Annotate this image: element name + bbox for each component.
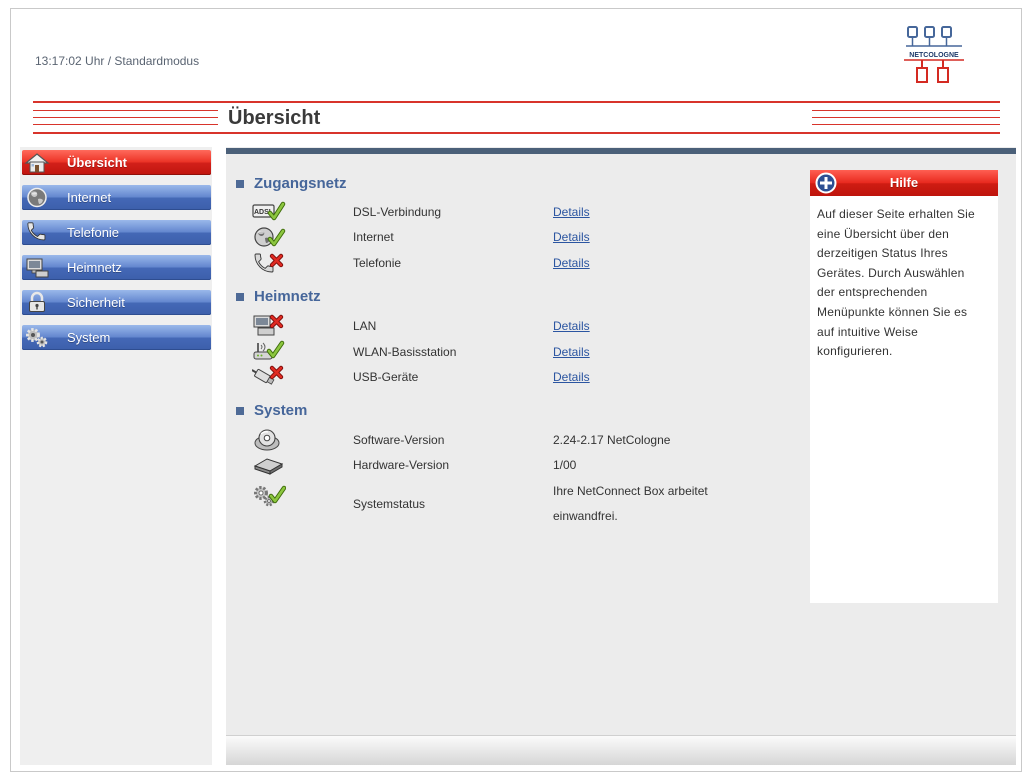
info-row-systemstatus: Systemstatus Ihre NetConnect Box arbeite… [244, 479, 804, 529]
adsl-icon: ADSL [252, 199, 286, 225]
system-status-value: Ihre NetConnect Box arbeitet einwandfrei… [553, 484, 708, 523]
section-heading-system: System [236, 401, 536, 421]
header-rule-top [33, 101, 1000, 103]
globe-icon [252, 224, 286, 250]
row-label: DSL-Verbindung [353, 205, 442, 219]
header-rule-bottom [33, 132, 1000, 134]
disc-icon [252, 427, 286, 453]
details-link[interactable]: Details [553, 314, 590, 338]
software-version-value: 2.24-2.17 NetCologne [553, 433, 671, 447]
section-title: Heimnetz [254, 288, 321, 305]
details-link[interactable]: Details [553, 225, 590, 249]
section-title: System [254, 402, 308, 419]
help-text: Auf dieser Seite erhalten Sie eine Übers… [817, 205, 993, 362]
router-icon [252, 452, 286, 478]
nav-item-internet[interactable]: Internet [22, 185, 211, 210]
home-icon [24, 151, 50, 174]
status-text: 13:17:02 Uhr / Standardmodus [35, 54, 200, 68]
help-text-line: Gerätes. Durch Auswählen [817, 265, 965, 280]
section-title: Zugangsnetz [254, 175, 347, 192]
help-text-line: Menüpunkte können Sie es [817, 304, 968, 319]
wlan-router-icon [252, 339, 286, 365]
section-heading-heimnetz: Heimnetz [236, 287, 536, 307]
details-link[interactable]: Details [553, 251, 590, 275]
nav-item-label: Telefonie [67, 225, 120, 240]
status-row-dsl: ADSL DSL-Verbindung Details [244, 200, 804, 224]
row-label: LAN [353, 319, 377, 333]
status-row-internet: Internet Details [244, 225, 804, 249]
status-row-lan: LAN Details [244, 314, 804, 338]
check-icon [268, 485, 287, 504]
section-bullet [236, 407, 244, 415]
padlock-icon [24, 291, 50, 314]
decorative-stripe [33, 117, 218, 118]
phone-icon [252, 250, 286, 276]
help-text-line: der entsprechenden [817, 285, 928, 300]
info-row-software: Software-Version 2.24-2.17 NetCologne [244, 428, 804, 452]
decorative-stripe [33, 110, 218, 111]
info-row-hardware: Hardware-Version 1/00 [244, 453, 804, 477]
usb-plug-icon [251, 364, 286, 390]
hardware-version-value: 1/00 [553, 458, 577, 472]
router-overview-page: 13:17:02 Uhr / Standardmodus NETCOLOGNE [0, 0, 1032, 779]
help-header: Hilfe [810, 170, 998, 196]
main-top-bar [226, 148, 1016, 154]
nav-item-telefonie[interactable]: Telefonie [22, 220, 211, 245]
decorative-stripe [812, 110, 1000, 111]
help-title: Hilfe [889, 175, 919, 190]
netcologne-logo: NETCOLOGNE [898, 24, 970, 88]
cross-icon [269, 314, 284, 329]
nav-item-label: Übersicht [67, 155, 127, 170]
status-row-usb: USB-Geräte Details [244, 365, 804, 389]
nav-item-label: System [67, 330, 111, 345]
cross-icon [269, 253, 284, 268]
status-row-wlan: WLAN-Basisstation Details [244, 340, 804, 364]
footer-bar [226, 735, 1016, 765]
gears-icon [24, 326, 50, 349]
check-icon [266, 340, 285, 359]
page-title: Übersicht [228, 107, 321, 129]
row-label: Telefonie [353, 256, 402, 270]
nav-item-uebersicht[interactable]: Übersicht [22, 150, 211, 175]
section-heading-zugangsnetz: Zugangsnetz [236, 174, 536, 194]
row-label: Hardware-Version [353, 458, 450, 472]
decorative-stripe [812, 117, 1000, 118]
section-bullet [236, 180, 244, 188]
row-label: Systemstatus [353, 497, 426, 511]
nav-item-sicherheit[interactable]: Sicherheit [22, 290, 211, 315]
svg-text:NETCOLOGNE: NETCOLOGNE [909, 52, 959, 59]
help-panel: Hilfe Auf dieser Seite erhalten Sie eine… [810, 170, 998, 603]
nav-item-heimnetz[interactable]: Heimnetz [22, 255, 211, 280]
row-label: WLAN-Basisstation [353, 345, 457, 359]
help-text-line: konfigurieren. [817, 344, 893, 359]
nav-item-label: Heimnetz [67, 260, 122, 275]
cross-icon [269, 365, 284, 380]
network-icon [24, 256, 50, 279]
gears-icon [252, 484, 287, 510]
nav-item-label: Internet [67, 190, 112, 205]
phone-icon [24, 221, 50, 244]
decorative-stripe [33, 124, 218, 125]
globe-icon [24, 186, 50, 209]
details-link[interactable]: Details [553, 365, 590, 389]
help-text-line: derzeitigen Status Ihres [817, 246, 948, 261]
decorative-stripe [812, 124, 1000, 125]
row-label: Internet [353, 230, 394, 244]
help-text-line: auf intuitive Weise [817, 324, 918, 339]
row-label: Software-Version [353, 433, 445, 447]
section-bullet [236, 293, 244, 301]
status-row-telefonie: Telefonie Details [244, 251, 804, 275]
help-text-line: Auf dieser Seite erhalten Sie [817, 207, 975, 221]
nav-item-label: Sicherheit [67, 295, 125, 310]
details-link[interactable]: Details [553, 200, 590, 224]
computer-icon [252, 313, 286, 339]
help-text-line: eine Übersicht über den [817, 226, 950, 241]
nav-item-system[interactable]: System [22, 325, 211, 350]
details-link[interactable]: Details [553, 340, 590, 364]
row-label: USB-Geräte [353, 370, 419, 384]
